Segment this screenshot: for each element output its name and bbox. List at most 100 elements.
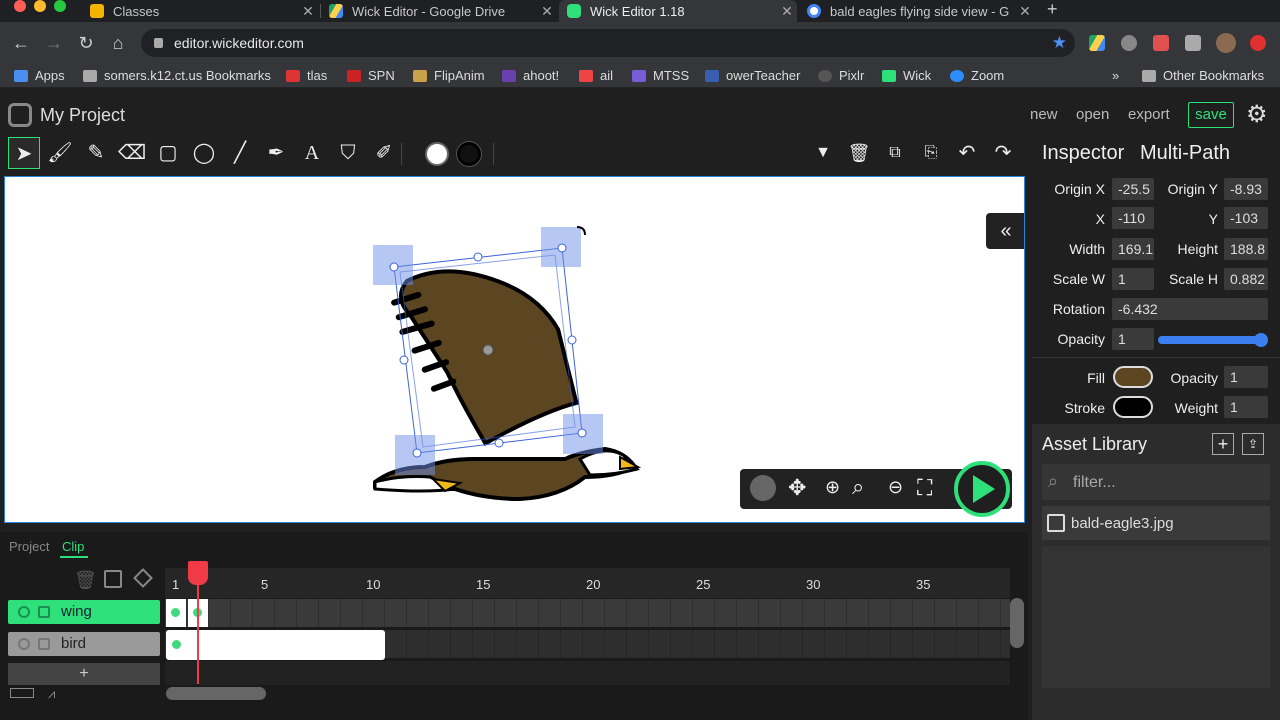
fit-screen-icon[interactable]: ⛶ <box>917 475 932 501</box>
close-tab-icon[interactable]: ✕ <box>777 3 797 20</box>
path-tool-icon[interactable]: ✒ <box>260 137 292 169</box>
bookmark-item[interactable]: Zoom <box>950 68 1004 83</box>
y-input[interactable]: -103 <box>1224 207 1268 229</box>
forward-arrow-icon[interactable]: → <box>43 32 65 54</box>
browser-tab[interactable]: Wick Editor - Google Drive ✕ <box>321 0 557 22</box>
add-asset-icon[interactable]: + <box>1212 433 1234 455</box>
eye-icon[interactable] <box>18 638 30 650</box>
timeline-vertical-scrollbar[interactable] <box>1010 598 1024 648</box>
avatar[interactable] <box>1216 33 1236 53</box>
asset-filter-input[interactable]: ⌕ filter... <box>1042 464 1270 500</box>
bookmark-item[interactable]: Wick <box>882 68 931 83</box>
text-tool-icon[interactable]: A <box>296 137 328 169</box>
play-button[interactable] <box>954 461 1010 517</box>
fill-bucket-tool-icon[interactable]: ⛉ <box>332 137 364 169</box>
bookmark-item[interactable]: owerTeacher <box>705 68 800 83</box>
copy-icon[interactable]: ⧉ <box>879 137 911 169</box>
brush-tool-icon[interactable]: 🖌 <box>44 137 76 169</box>
export-button[interactable]: export <box>1128 106 1170 123</box>
origin-x-input[interactable]: -25.5 <box>1112 178 1154 200</box>
more-bookmarks-button[interactable]: » <box>1112 68 1119 83</box>
open-button[interactable]: open <box>1076 106 1109 123</box>
close-tab-icon[interactable]: ✕ <box>298 3 318 20</box>
layer-row-wing[interactable]: wing <box>8 600 160 624</box>
zoom-out-icon[interactable]: ⊖ <box>888 477 903 498</box>
origin-y-input[interactable]: -8.93 <box>1224 178 1268 200</box>
extension-icon[interactable] <box>1153 35 1169 51</box>
browser-tab[interactable]: bald eagles flying side view - G ✕ <box>799 0 1035 22</box>
close-window-button[interactable] <box>14 0 26 12</box>
pan-arrows-icon[interactable]: ✥ <box>788 475 806 501</box>
fill-color-pill[interactable] <box>1113 366 1153 388</box>
bookmark-item[interactable]: ahoot! <box>502 68 559 83</box>
tab-clip[interactable]: Clip <box>62 539 84 554</box>
eyedropper-tool-icon[interactable]: ✐ <box>368 137 400 169</box>
browser-tab-active[interactable]: Wick Editor 1.18 ✕ <box>559 0 797 22</box>
stroke-color-pill[interactable] <box>1113 396 1153 418</box>
line-tool-icon[interactable]: ╱ <box>224 137 256 169</box>
pencil-tool-icon[interactable]: ✎ <box>80 137 112 169</box>
minimize-window-button[interactable] <box>34 0 46 12</box>
x-input[interactable]: -110 <box>1112 207 1154 229</box>
fill-opacity-input[interactable]: 1 <box>1224 366 1268 388</box>
home-icon[interactable]: ⌂ <box>107 32 129 54</box>
bookmark-item[interactable]: Pixlr <box>818 68 864 83</box>
layer-clip-icon[interactable] <box>104 570 122 588</box>
timeline-horizontal-scrollbar[interactable] <box>166 687 266 700</box>
bookmark-item[interactable]: Apps <box>14 68 65 83</box>
frame-cell[interactable] <box>166 599 186 627</box>
add-layer-button[interactable]: + <box>8 663 160 685</box>
undo-icon[interactable]: ↶ <box>951 137 983 169</box>
new-button[interactable]: new <box>1030 106 1058 123</box>
close-tab-icon[interactable]: ✕ <box>537 3 557 20</box>
zoom-magnifier-icon[interactable]: ⌕ <box>852 474 864 500</box>
scale-w-input[interactable]: 1 <box>1112 268 1154 290</box>
update-icon[interactable] <box>1250 35 1266 51</box>
scale-h-input[interactable]: 0.882 <box>1224 268 1268 290</box>
rectangle-tool-icon[interactable]: ▢ <box>152 137 184 169</box>
eye-icon[interactable] <box>18 606 30 618</box>
bookmark-item[interactable]: somers.k12.ct.us Bookmarks <box>83 68 271 83</box>
other-bookmarks[interactable]: Other Bookmarks <box>1142 68 1264 83</box>
frame-size-icon[interactable] <box>10 688 34 698</box>
lock-icon[interactable] <box>38 606 50 618</box>
new-tab-button[interactable]: + <box>1047 0 1058 18</box>
height-input[interactable]: 188.8 <box>1224 238 1268 260</box>
browser-tab[interactable]: Classes ✕ <box>82 0 318 22</box>
rotation-input[interactable]: -6.432 <box>1112 298 1268 320</box>
keyframe-diamond-icon[interactable] <box>133 568 153 588</box>
project-title[interactable]: My Project <box>40 105 125 126</box>
weight-input[interactable]: 1 <box>1224 396 1268 418</box>
collapse-panel-chevrons-icon[interactable]: « <box>986 213 1024 249</box>
upload-asset-icon[interactable]: ⇪ <box>1242 433 1264 455</box>
bookmark-star-icon[interactable]: ★ <box>1052 29 1067 57</box>
address-bar[interactable]: editor.wickeditor.com ★ <box>141 29 1075 57</box>
more-options-chevron-icon[interactable]: ▼ <box>807 137 839 169</box>
delete-layer-trash-icon[interactable]: 🗑 <box>74 570 97 591</box>
close-tab-icon[interactable]: ✕ <box>1015 3 1035 20</box>
bookmark-item[interactable]: tlas <box>286 68 327 83</box>
bookmark-item[interactable]: SPN <box>347 68 395 83</box>
puzzle-icon[interactable] <box>1185 35 1201 51</box>
redo-icon[interactable]: ↷ <box>987 137 1019 169</box>
google-drive-extension-icon[interactable] <box>1089 35 1105 51</box>
ellipse-tool-icon[interactable]: ◯ <box>188 137 220 169</box>
layer-frames-row[interactable] <box>165 599 1010 627</box>
opacity-input[interactable]: 1 <box>1112 328 1154 350</box>
save-button[interactable]: save <box>1188 102 1234 128</box>
bookmark-item[interactable]: ail <box>579 68 613 83</box>
lock-icon[interactable] <box>38 638 50 650</box>
onion-skin-icon[interactable] <box>750 475 776 501</box>
back-arrow-icon[interactable]: ← <box>10 32 32 54</box>
layer-row-bird[interactable]: bird <box>8 632 160 656</box>
zoom-in-icon[interactable]: ⊕ <box>825 477 840 498</box>
paste-icon[interactable]: ⎘ <box>915 137 947 169</box>
maximize-window-button[interactable] <box>54 0 66 12</box>
settings-gear-icon[interactable]: ⚙ <box>1246 102 1268 128</box>
extension-icon[interactable] <box>1121 35 1137 51</box>
delete-trash-icon[interactable]: 🗑 <box>843 137 875 169</box>
waveform-icon[interactable]: ⩘ <box>48 686 55 702</box>
fill-color-swatch[interactable] <box>425 142 449 166</box>
tab-project[interactable]: Project <box>9 539 49 554</box>
width-input[interactable]: 169.1 <box>1112 238 1154 260</box>
